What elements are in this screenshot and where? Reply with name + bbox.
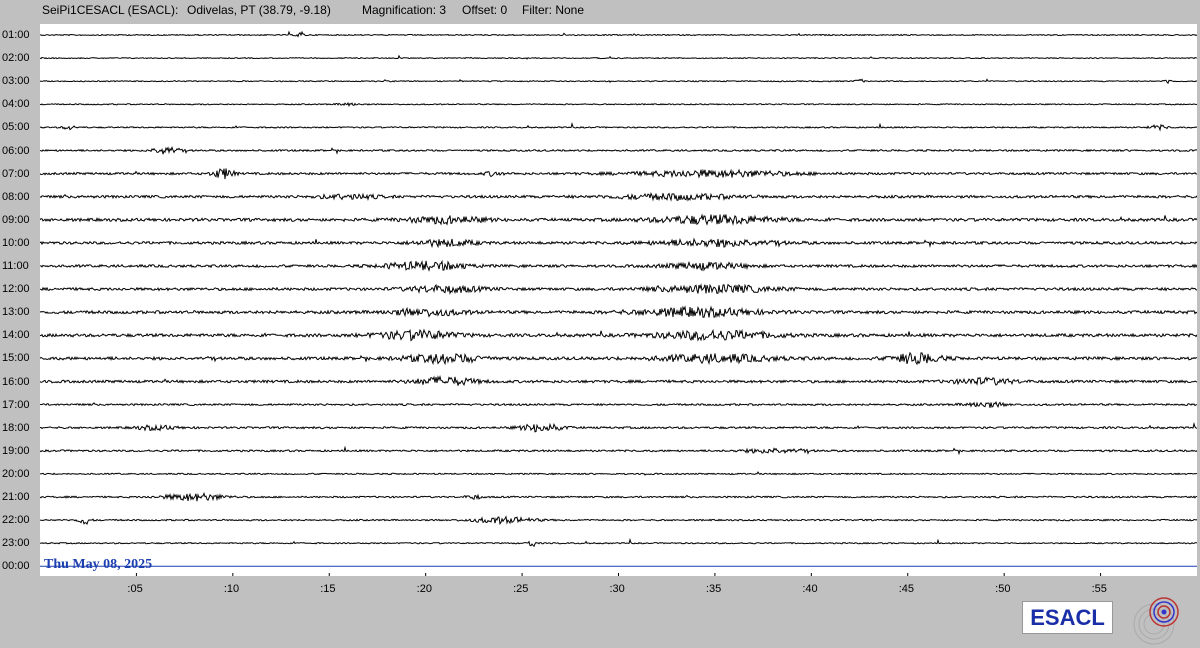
- trace-0800: [40, 191, 1197, 202]
- hour-label: 09:00: [2, 213, 30, 226]
- trace-1000: [40, 237, 1197, 249]
- hour-label: 03:00: [2, 75, 30, 88]
- trace-2200: [40, 515, 1197, 526]
- hour-label: 06:00: [2, 144, 30, 157]
- hour-label: 19:00: [2, 444, 30, 457]
- seismic-traces: [40, 30, 1197, 576]
- minute-tick-label: :10: [223, 583, 240, 595]
- trace-2300: [40, 537, 1197, 548]
- trace-1400: [40, 328, 1197, 342]
- hour-label: 11:00: [2, 260, 29, 272]
- emblem-icon: [1133, 597, 1179, 645]
- hour-label: 23:00: [2, 537, 30, 550]
- trace-1500: [40, 351, 1197, 366]
- minute-tick-label: :45: [898, 583, 915, 595]
- esacl-logo: ESACL: [1022, 601, 1113, 634]
- trace-1800: [40, 421, 1197, 433]
- minute-tick-label: :35: [705, 583, 722, 595]
- hour-label: 02:00: [2, 52, 30, 65]
- hour-label: 16:00: [2, 375, 30, 388]
- date-label: Thu May 08, 2025: [44, 557, 153, 572]
- minute-tick-label: :25: [513, 583, 529, 595]
- hour-label: 15:00: [2, 352, 30, 365]
- hour-label: 13:00: [2, 306, 30, 319]
- hour-label: 00:00: [2, 560, 30, 573]
- trace-1200: [40, 283, 1197, 295]
- minute-tick-label: :30: [609, 583, 625, 595]
- trace-1300: [40, 305, 1197, 318]
- trace-2000: [40, 471, 1197, 476]
- filter-readout: Filter: None: [522, 3, 585, 17]
- hour-label: 01:00: [2, 29, 30, 41]
- trace-1100: [40, 259, 1197, 272]
- hour-label: 18:00: [2, 421, 30, 434]
- trace-0100: [40, 30, 1197, 38]
- trace-0600: [40, 146, 1197, 155]
- magnification-readout: Magnification: 3: [362, 3, 447, 17]
- trace-0900: [40, 213, 1197, 226]
- hour-label: 21:00: [2, 491, 30, 503]
- hour-label: 05:00: [2, 121, 30, 134]
- hour-label: 07:00: [2, 167, 30, 180]
- header-bar: SeiPi1CESACL (ESACL): Odivelas, PT (38.7…: [0, 0, 1200, 22]
- hour-label: 10:00: [2, 236, 30, 249]
- station-name: SeiPi1CESACL (ESACL):: [42, 3, 179, 17]
- minute-tick-label: :40: [802, 583, 818, 595]
- trace-0500: [40, 122, 1197, 132]
- hour-label: 22:00: [2, 514, 30, 527]
- trace-0300: [40, 78, 1197, 85]
- minute-tick-label: :55: [1091, 583, 1107, 595]
- hour-label: 12:00: [2, 283, 30, 296]
- station-location: Odivelas, PT (38.79, -9.18): [187, 3, 331, 17]
- minute-tick-label: :15: [320, 583, 336, 595]
- trace-1600: [40, 374, 1197, 386]
- trace-0700: [40, 168, 1197, 180]
- trace-2100: [40, 491, 1197, 502]
- helicorder-plot: [40, 24, 1197, 576]
- hour-label: 14:00: [2, 329, 30, 342]
- trace-0400: [40, 101, 1197, 107]
- hour-label: 08:00: [2, 190, 30, 203]
- trace-0200: [40, 54, 1197, 60]
- hour-label: 04:00: [2, 98, 30, 111]
- hour-label: 20:00: [2, 467, 30, 480]
- hour-label: 17:00: [2, 398, 30, 411]
- trace-1700: [40, 401, 1197, 409]
- trace-1900: [40, 445, 1197, 456]
- logo-text: ESACL: [1030, 604, 1105, 630]
- offset-readout: Offset: 0: [462, 3, 508, 17]
- minute-tick-label: :05: [127, 583, 143, 595]
- minute-tick-label: :20: [416, 583, 432, 595]
- minute-tick-label: :50: [995, 583, 1011, 595]
